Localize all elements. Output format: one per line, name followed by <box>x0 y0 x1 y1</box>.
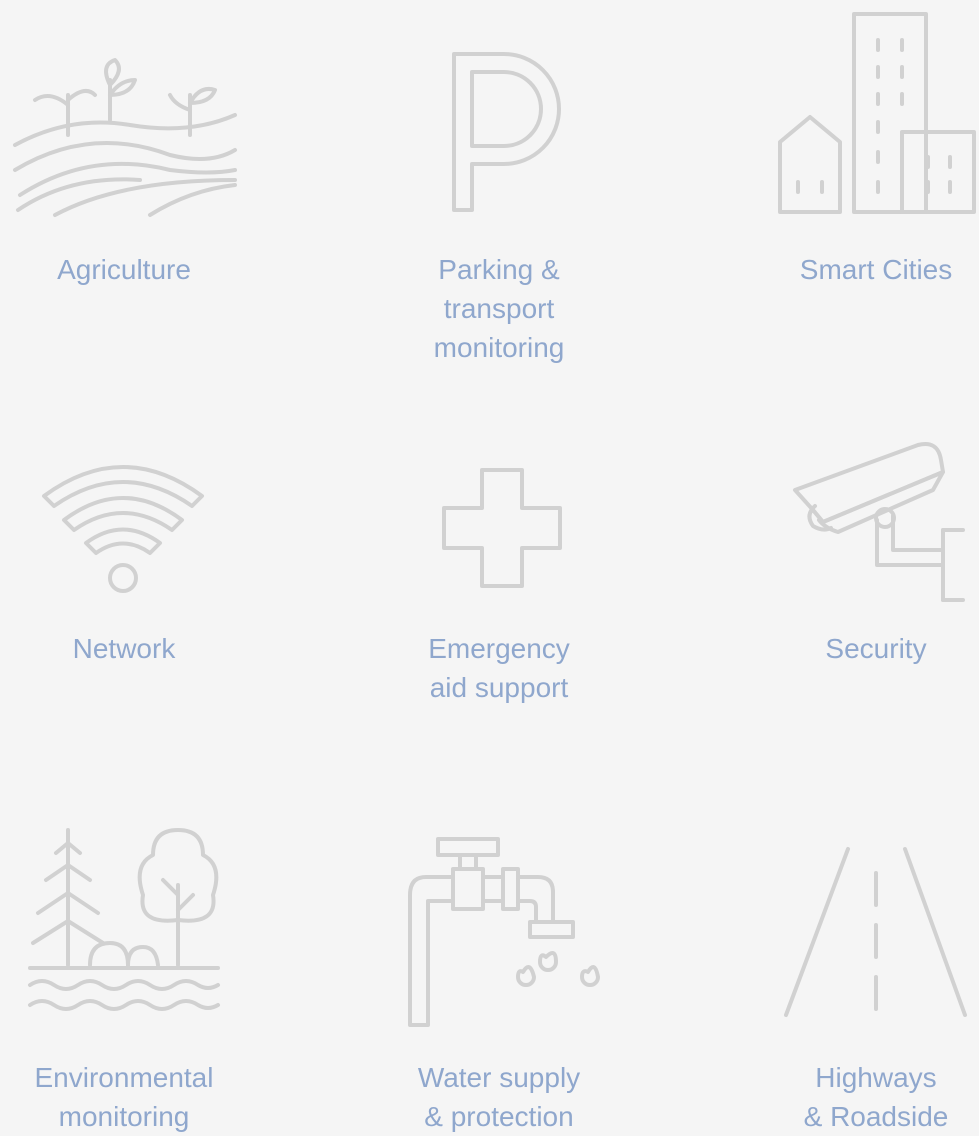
wifi-icon <box>42 458 204 593</box>
parking-icon <box>452 52 570 212</box>
highways-label: Highways & Roadside <box>803 1062 949 1132</box>
emergency-label: Emergency aid support <box>428 633 570 703</box>
water-supply-label: Water supply & protection <box>417 1062 581 1132</box>
parking-label: Parking & transport monitoring <box>433 254 565 363</box>
network-label: Network <box>72 633 176 664</box>
smart-city-label: Smart Cities <box>799 254 953 285</box>
security-label: Security <box>825 633 927 664</box>
nature-icon <box>28 825 220 1015</box>
use-case-grid: { "colors": { "background": "#f5f5f5", "… <box>0 0 979 1132</box>
water-tap-icon <box>408 837 598 1027</box>
agriculture-label: Agriculture <box>57 254 191 285</box>
road-icon <box>783 845 968 1020</box>
environmental-label: Environmental monitoring <box>34 1062 214 1132</box>
security-camera-icon <box>793 440 965 602</box>
medical-cross-icon <box>442 468 562 588</box>
smart-city-icon <box>778 12 978 217</box>
agriculture-icon <box>10 55 240 215</box>
